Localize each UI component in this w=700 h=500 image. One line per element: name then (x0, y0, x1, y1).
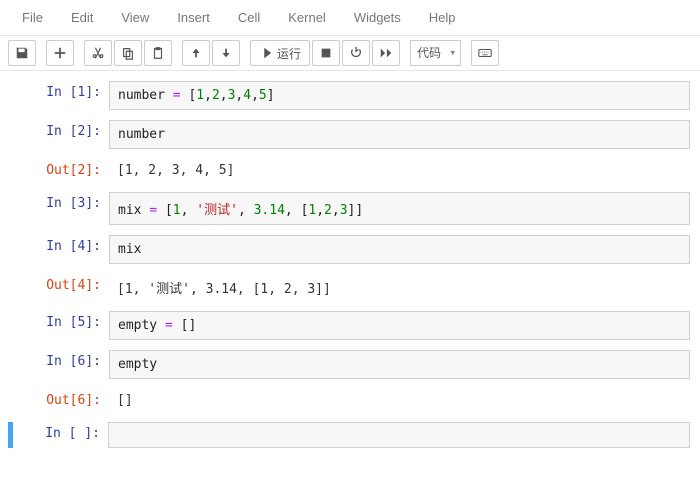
out-prompt: Out[2]: (4, 159, 109, 178)
code-token: , (251, 88, 259, 103)
toolbar: 运行 代码 (0, 36, 700, 71)
menu-help[interactable]: Help (415, 4, 470, 31)
in-prompt: In [6]: (4, 350, 109, 369)
cell-input-active[interactable]: In [ ]: (8, 422, 696, 448)
in-prompt: In [4]: (4, 235, 109, 254)
move-up-button[interactable] (182, 40, 210, 66)
code-token: 1 (196, 88, 204, 103)
stop-icon (319, 46, 333, 60)
code-token: number (118, 127, 165, 142)
restart-icon (349, 46, 363, 60)
out-prompt: Out[6]: (4, 389, 109, 408)
code-token: , (220, 88, 228, 103)
in-prompt: In [1]: (4, 81, 109, 100)
code-token (173, 318, 181, 333)
code-token: = (165, 318, 173, 333)
code-input[interactable]: mix (109, 235, 690, 264)
code-token: , (285, 203, 301, 218)
stop-button[interactable] (312, 40, 340, 66)
output-text: [1, 2, 3, 4, 5] (109, 159, 696, 182)
restart-button[interactable] (342, 40, 370, 66)
code-input[interactable]: number (109, 120, 690, 149)
arrow-down-icon (219, 46, 233, 60)
menu-view[interactable]: View (107, 4, 163, 31)
in-prompt: In [2]: (4, 120, 109, 139)
run-all-button[interactable] (372, 40, 400, 66)
code-input[interactable]: empty (109, 350, 690, 379)
notebook-container: In [1]: number = [1,2,3,4,5] In [2]: num… (0, 71, 700, 464)
command-palette-button[interactable] (471, 40, 499, 66)
in-prompt: In [5]: (4, 311, 109, 330)
paste-icon (151, 46, 165, 60)
code-input[interactable]: empty = [] (109, 311, 690, 340)
fast-forward-icon (379, 46, 393, 60)
save-button[interactable] (8, 40, 36, 66)
output-text: [] (109, 389, 696, 412)
code-token: 3 (340, 203, 348, 218)
code-token: , (316, 203, 324, 218)
code-token: 5 (259, 88, 267, 103)
code-token: empty (118, 357, 157, 372)
code-token: 3.14 (254, 203, 285, 218)
cell-input[interactable]: In [6]: empty (4, 350, 696, 379)
cell-output: Out[4]: [1, '测试', 3.14, [1, 2, 3]] (4, 274, 696, 301)
menu-file[interactable]: File (8, 4, 57, 31)
cell-input[interactable]: In [2]: number (4, 120, 696, 149)
keyboard-icon (478, 46, 492, 60)
menu-kernel[interactable]: Kernel (274, 4, 340, 31)
menu-insert[interactable]: Insert (163, 4, 224, 31)
run-icon (259, 46, 273, 60)
code-token: = (173, 88, 181, 103)
code-token: mix (118, 242, 141, 257)
run-label: 运行 (277, 45, 301, 62)
cell-input[interactable]: In [5]: empty = [] (4, 311, 696, 340)
code-token: , (181, 203, 197, 218)
menubar: File Edit View Insert Cell Kernel Widget… (0, 0, 700, 36)
out-prompt: Out[4]: (4, 274, 109, 293)
menu-cell[interactable]: Cell (224, 4, 274, 31)
save-icon (15, 46, 29, 60)
cell-input[interactable]: In [1]: number = [1,2,3,4,5] (4, 81, 696, 110)
move-down-button[interactable] (212, 40, 240, 66)
cell-input[interactable]: In [3]: mix = [1, '测试', 3.14, [1,2,3]] (4, 192, 696, 225)
cell-input[interactable]: In [4]: mix (4, 235, 696, 264)
in-prompt: In [ ]: (14, 422, 108, 441)
code-token: ] (267, 88, 275, 103)
code-token: 4 (243, 88, 251, 103)
code-token: , (204, 88, 212, 103)
cut-icon (91, 46, 105, 60)
code-token: 2 (324, 203, 332, 218)
copy-button[interactable] (114, 40, 142, 66)
copy-icon (121, 46, 135, 60)
code-token: number (118, 88, 173, 103)
run-button[interactable]: 运行 (250, 40, 310, 66)
code-token: [] (181, 318, 197, 333)
code-token: , (238, 203, 254, 218)
code-token: ] (355, 203, 363, 218)
code-token (157, 203, 165, 218)
code-input[interactable] (108, 422, 690, 448)
code-token: 2 (212, 88, 220, 103)
code-token: [ (165, 203, 173, 218)
cell-output: Out[6]: [] (4, 389, 696, 412)
add-cell-button[interactable] (46, 40, 74, 66)
code-input[interactable]: number = [1,2,3,4,5] (109, 81, 690, 110)
in-prompt: In [3]: (4, 192, 109, 211)
output-text: [1, '测试', 3.14, [1, 2, 3]] (109, 274, 696, 301)
code-token: = (149, 203, 157, 218)
cell-output: Out[2]: [1, 2, 3, 4, 5] (4, 159, 696, 182)
cut-button[interactable] (84, 40, 112, 66)
code-token: mix (118, 203, 149, 218)
menu-widgets[interactable]: Widgets (340, 4, 415, 31)
code-token: 1 (173, 203, 181, 218)
code-token: empty (118, 318, 165, 333)
paste-button[interactable] (144, 40, 172, 66)
code-token: , (332, 203, 340, 218)
arrow-up-icon (189, 46, 203, 60)
cell-type-select[interactable]: 代码 (410, 40, 461, 66)
code-token: '测试' (196, 203, 238, 218)
menu-edit[interactable]: Edit (57, 4, 107, 31)
plus-icon (53, 46, 67, 60)
code-input[interactable]: mix = [1, '测试', 3.14, [1,2,3]] (109, 192, 690, 225)
